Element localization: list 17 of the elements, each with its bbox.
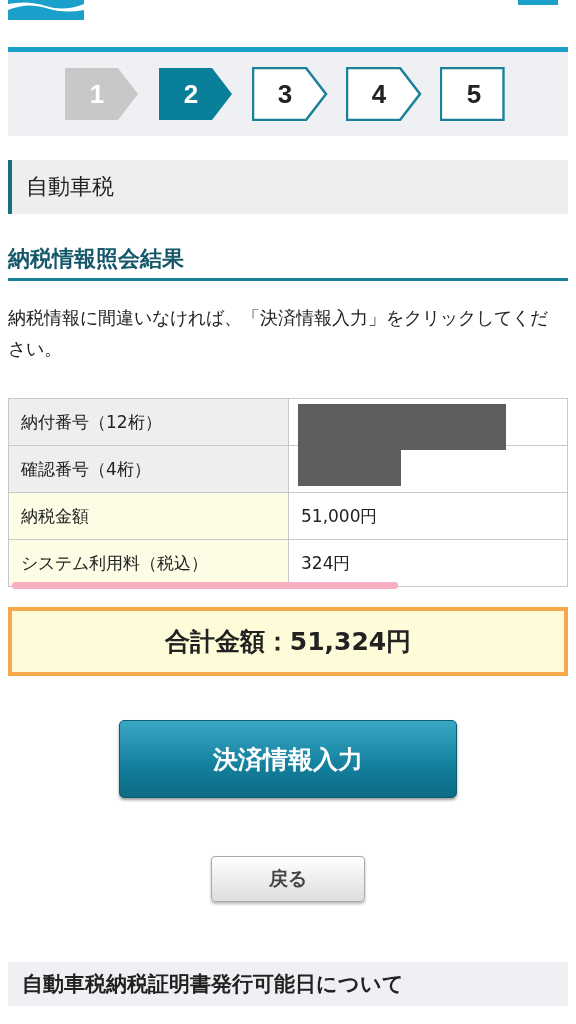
- logo-icon: [8, 0, 84, 20]
- step-indicator: 4: [346, 67, 422, 121]
- total-amount: 合計金額：51,324円: [8, 607, 568, 676]
- page-heading: 納税情報照会結果: [8, 244, 568, 281]
- notice-heading: 自動車税納税証明書発行可能日について: [8, 962, 568, 1006]
- step-indicator: 3: [252, 67, 328, 121]
- payment-info-button[interactable]: 決済情報入力: [119, 720, 457, 798]
- table-cell: 324円: [301, 552, 351, 573]
- instruction-text: 納税情報に間違いなければ、「決済情報入力」をクリックしてください。: [8, 307, 549, 361]
- back-button[interactable]: 戻る: [211, 856, 365, 902]
- section-title: 自動車税: [8, 160, 568, 214]
- table-cell: 51,000円: [301, 505, 378, 526]
- menu-icon[interactable]: [518, 0, 558, 8]
- step-indicator: 2: [158, 67, 234, 121]
- table-cell: 納税金額: [8, 492, 289, 540]
- table-cell: 納付番号（12桁）: [8, 398, 289, 446]
- table-cell: 確認番号（4桁）: [8, 445, 289, 493]
